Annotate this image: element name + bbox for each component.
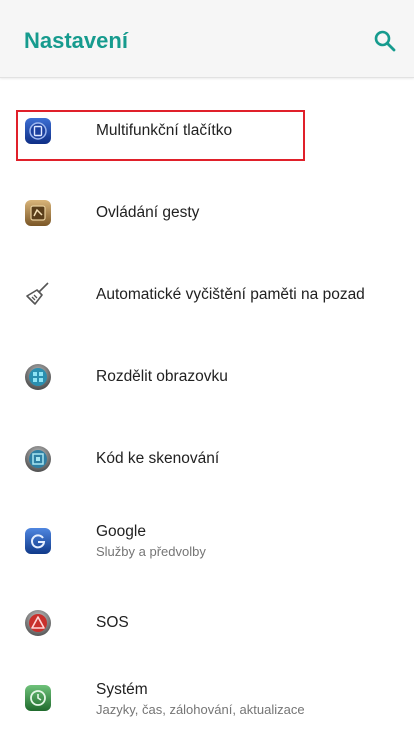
settings-item-sos[interactable]: SOS	[0, 582, 414, 664]
settings-item-title: SOS	[96, 614, 129, 631]
gesture-control-icon	[25, 200, 51, 226]
multifunction-button-icon	[25, 118, 51, 144]
settings-item-scan-code[interactable]: Kód ke skenování	[0, 418, 414, 500]
settings-item-subtitle: Služby a předvolby	[96, 544, 206, 559]
settings-item-system[interactable]: Systém Jazyky, čas, zálohování, aktualiz…	[0, 664, 414, 731]
settings-item-gesture-control[interactable]: Ovládání gesty	[0, 172, 414, 254]
search-icon	[374, 30, 396, 52]
sos-icon	[25, 610, 51, 636]
settings-item-multifunction-button[interactable]: Multifunkční tlačítko	[0, 90, 414, 172]
page-title: Nastavení	[24, 28, 128, 53]
google-icon	[25, 528, 51, 554]
settings-item-title: Ovládání gesty	[96, 204, 200, 221]
settings-item-title: Systém	[96, 681, 148, 698]
app-bar: Nastavení	[0, 0, 414, 78]
settings-item-title: Automatické vyčištění paměti na pozad	[96, 286, 365, 303]
split-screen-icon	[25, 364, 51, 390]
settings-item-title: Rozdělit obrazovku	[96, 368, 228, 385]
search-button[interactable]	[372, 28, 398, 54]
settings-item-google[interactable]: Google Služby a předvolby	[0, 500, 414, 582]
broom-clean-icon	[26, 282, 49, 305]
settings-item-title: Multifunkční tlačítko	[96, 122, 233, 139]
settings-item-split-screen[interactable]: Rozdělit obrazovku	[0, 336, 414, 418]
settings-item-auto-clean-memory[interactable]: Automatické vyčištění paměti na pozad	[0, 254, 414, 336]
system-icon	[25, 685, 51, 711]
qr-scan-icon	[25, 446, 51, 472]
settings-item-title: Google	[96, 523, 146, 540]
settings-item-subtitle: Jazyky, čas, zálohování, aktualizace	[96, 702, 305, 717]
settings-item-title: Kód ke skenování	[96, 450, 220, 467]
